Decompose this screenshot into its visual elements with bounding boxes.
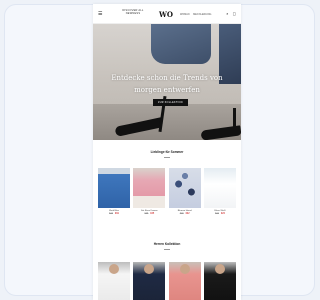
header-nav: WOMAN MEN KLEIDUNG <box>180 13 214 16</box>
product-card[interactable] <box>98 262 130 300</box>
site-logo[interactable]: WO <box>159 10 173 19</box>
header-tagline: DISCOVER ALL NEWNESS <box>122 9 144 16</box>
product-price: €30 €22 <box>169 213 201 215</box>
product-card[interactable] <box>203 262 236 300</box>
product-image[interactable] <box>203 262 236 300</box>
section-title-men: Herren Kollektion <box>153 242 181 246</box>
hero-title: Entdecke schon die Trends von morgen ent… <box>111 74 223 94</box>
nav-item-men[interactable]: MEN KLEIDUNG <box>193 13 211 16</box>
web-page: ☰ DISCOVER ALL NEWNESS WO WOMAN MEN KLEI… <box>93 4 241 300</box>
header-icons: ⌕ ◻ <box>223 11 236 16</box>
heel-shoe-right-stiletto <box>233 108 236 136</box>
product-price: €32 €24 <box>204 213 236 215</box>
price-old: €29 <box>109 213 113 216</box>
section-divider <box>164 157 170 158</box>
product-row-men <box>98 262 236 300</box>
price-old: €35 <box>144 213 149 216</box>
cart-icon[interactable]: ◻ <box>233 11 236 16</box>
product-price: €35 €25 <box>133 213 165 215</box>
hero-cta-button[interactable]: ZUR KOLLEKTION <box>153 99 188 106</box>
product-image[interactable] <box>133 168 166 208</box>
product-image[interactable] <box>168 168 201 208</box>
price-old: €32 <box>215 213 219 216</box>
hero-jeans-image <box>151 24 211 64</box>
site-header: ☰ DISCOVER ALL NEWNESS WO WOMAN MEN KLEI… <box>93 4 241 24</box>
product-image[interactable] <box>168 262 201 300</box>
product-price: €29 €19 <box>98 213 130 215</box>
product-card[interactable]: Bluse Weiß €32 €24 <box>203 168 236 215</box>
price-new: €19 <box>115 213 119 216</box>
nav-item-woman[interactable]: WOMAN <box>180 13 189 16</box>
model-head <box>214 264 225 274</box>
menu-icon[interactable]: ☰ <box>98 12 102 17</box>
product-card[interactable]: Blumen Hemd €30 €22 <box>168 168 201 215</box>
price-new: €22 <box>185 213 190 216</box>
product-image[interactable] <box>98 262 130 300</box>
product-card[interactable] <box>168 262 201 300</box>
model-head <box>179 264 190 274</box>
price-old: €30 <box>179 213 184 216</box>
section-title-summer: Lieblinge für Sommer <box>150 150 184 154</box>
product-image[interactable] <box>98 168 130 208</box>
model-head <box>144 264 155 274</box>
product-card[interactable]: Set Rosa Damen €35 €25 <box>133 168 166 215</box>
search-icon[interactable]: ⌕ <box>226 11 228 16</box>
model-head <box>109 264 119 274</box>
product-image[interactable] <box>133 262 166 300</box>
price-new: €24 <box>220 213 225 216</box>
product-row-summer: Kleid Blau €29 €19 Set Rosa Damen €35 €25 … <box>98 168 236 215</box>
hero-banner[interactable]: Entdecke schon die Trends von morgen ent… <box>93 24 241 140</box>
product-image[interactable] <box>203 168 236 208</box>
section-divider <box>164 249 170 250</box>
price-new: €25 <box>150 213 155 216</box>
product-card[interactable] <box>133 262 166 300</box>
product-card[interactable]: Kleid Blau €29 €19 <box>98 168 130 215</box>
